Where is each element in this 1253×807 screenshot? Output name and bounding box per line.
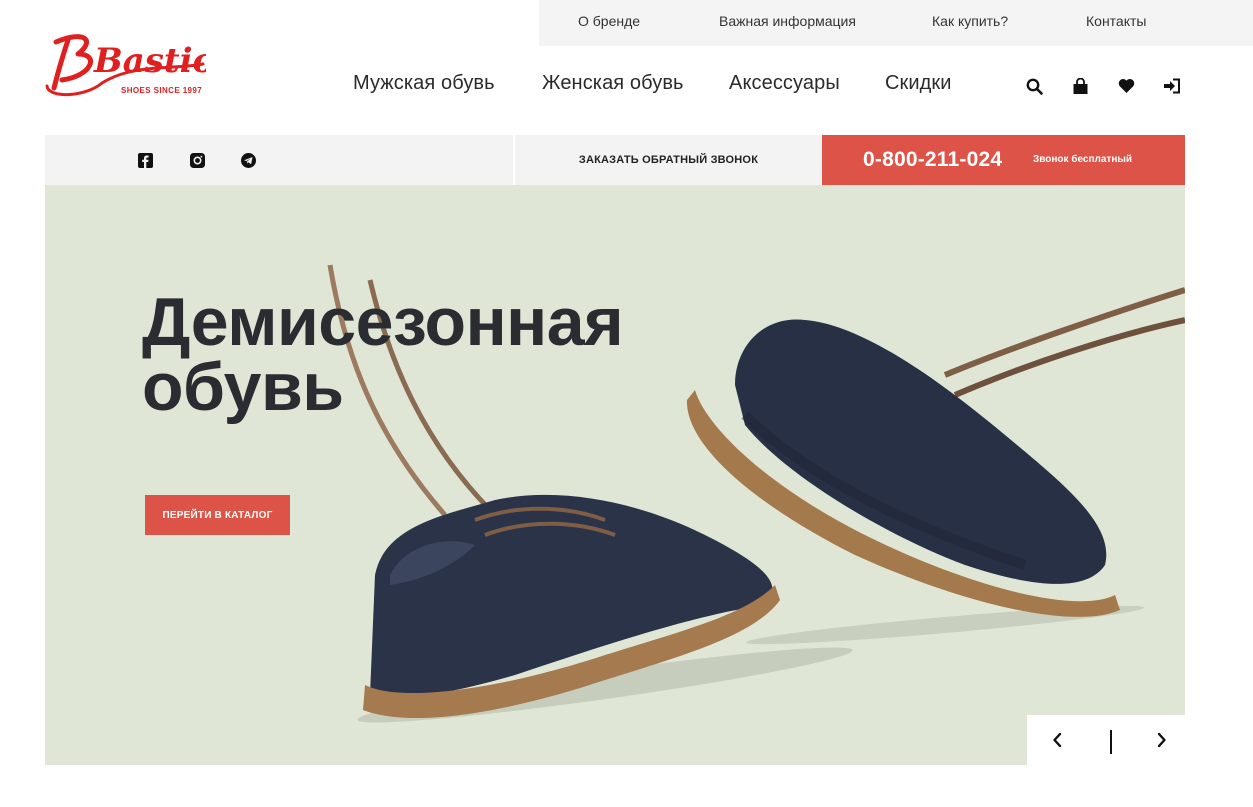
search-icon[interactable] [1024, 76, 1044, 96]
chevron-left-icon[interactable] [1049, 732, 1065, 748]
nav-item-womens-shoes[interactable]: Женская обувь [542, 72, 684, 95]
hero-title: Демисезонная обувь [142, 284, 624, 425]
top-utility-bar: О бренде Важная информация Как купить? К… [539, 0, 1253, 46]
hero-banner: Демисезонная обувь ПЕРЕЙТИ В КАТАЛОГ [45, 185, 1185, 765]
hero-shoes-image [327, 264, 1185, 723]
topbar-link-how-to-buy[interactable]: Как купить? [932, 13, 1008, 29]
hero-title-line2: обувь [142, 349, 344, 425]
nav-item-mens-shoes[interactable]: Мужская обувь [353, 72, 495, 95]
topbar-link-about-brand[interactable]: О бренде [578, 13, 640, 29]
phone-number-link[interactable]: 0-800-211-024 [863, 148, 1002, 172]
nav-item-accessories[interactable]: Аксессуары [729, 72, 840, 95]
telegram-icon[interactable] [240, 152, 256, 168]
social-links [45, 135, 513, 185]
nav-item-discounts[interactable]: Скидки [885, 72, 952, 95]
chevron-right-icon[interactable] [1154, 732, 1170, 748]
sign-in-icon[interactable] [1162, 76, 1182, 96]
go-to-catalog-button[interactable]: ПЕРЕЙТИ В КАТАЛОГ [145, 495, 290, 535]
topbar-link-contacts[interactable]: Контакты [1086, 13, 1146, 29]
slider-divider [1110, 730, 1112, 754]
logo-wordmark: Bastion [93, 41, 206, 81]
topbar-link-important-info[interactable]: Важная информация [719, 13, 856, 29]
facebook-icon[interactable] [137, 152, 153, 168]
instagram-icon[interactable] [189, 152, 205, 168]
slider-navigation [1027, 715, 1185, 765]
heart-icon[interactable] [1116, 76, 1136, 96]
phone-free-call-note: Звонок бесплатный [1033, 154, 1133, 165]
phone-block: 0-800-211-024 Звонок бесплатный [822, 135, 1185, 185]
hero-title-line1: Демисезонная [142, 284, 624, 360]
brand-logo[interactable]: Bastion SHOES SINCE 1997 [44, 28, 206, 102]
info-bar: ЗАКАЗАТЬ ОБРАТНЫЙ ЗВОНОК 0-800-211-024 З… [45, 135, 1185, 185]
bag-icon[interactable] [1070, 76, 1090, 96]
logo-tagline: SHOES SINCE 1997 [121, 86, 203, 95]
order-callback-button[interactable]: ЗАКАЗАТЬ ОБРАТНЫЙ ЗВОНОК [514, 135, 822, 185]
